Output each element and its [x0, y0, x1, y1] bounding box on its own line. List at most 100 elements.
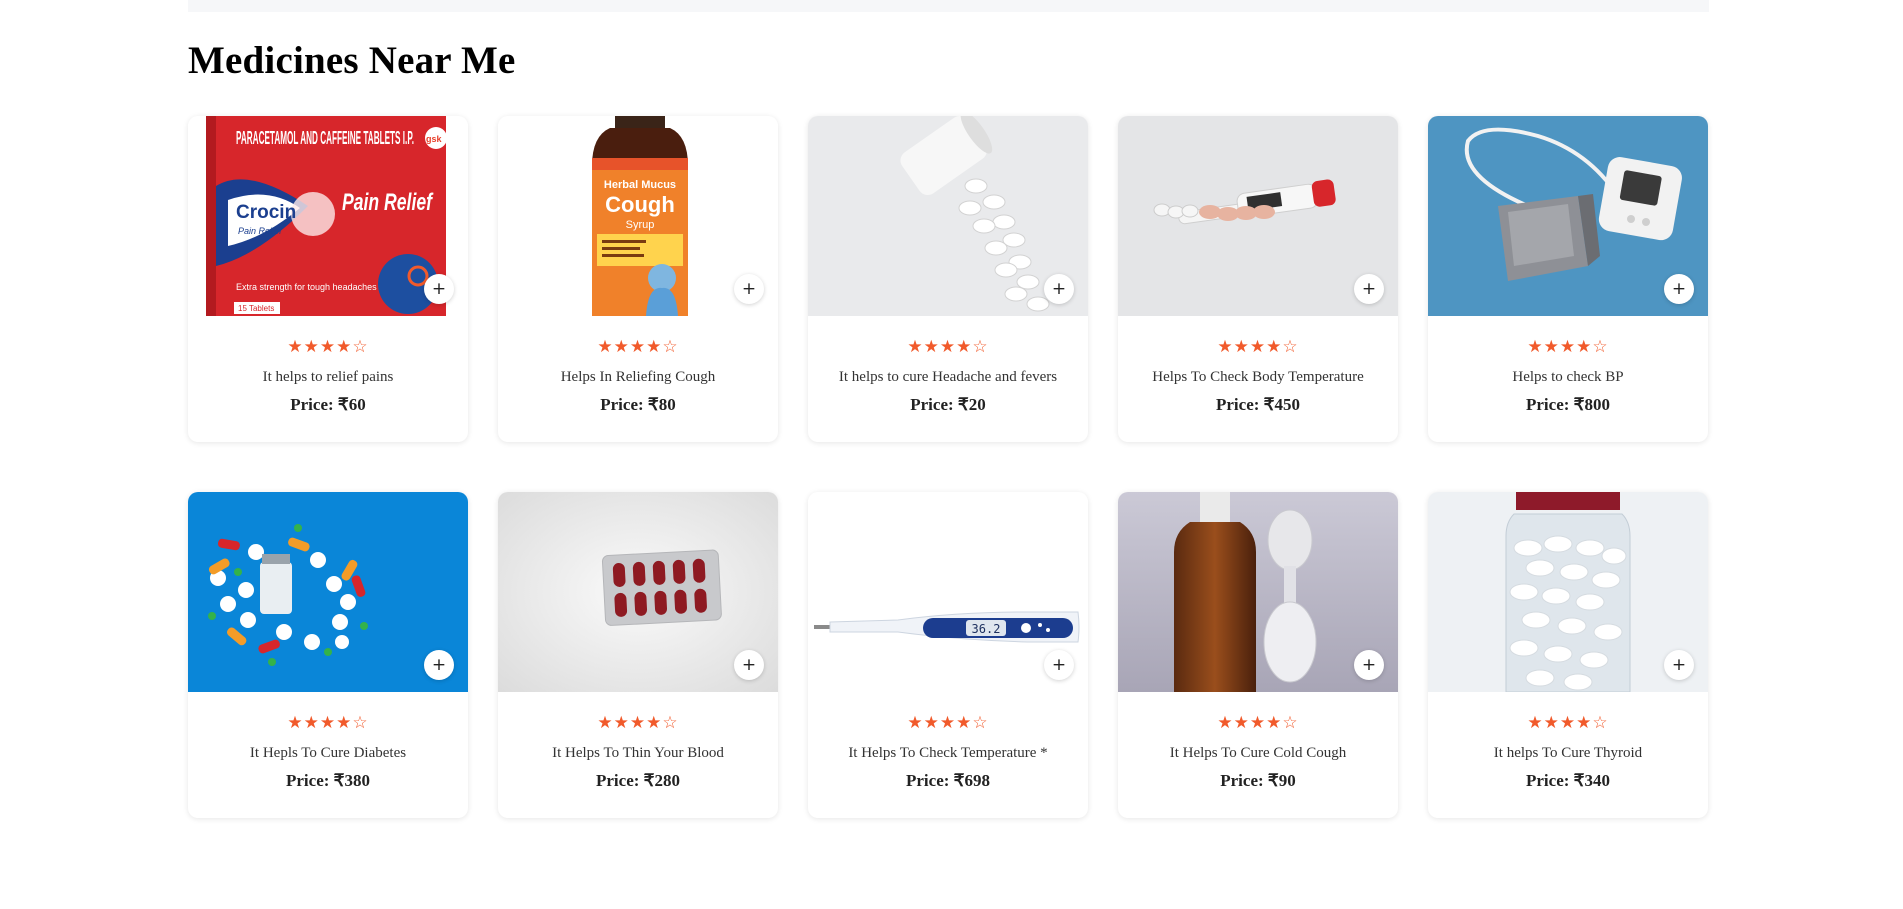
star-filled-icon: ★	[1576, 713, 1593, 733]
star-filled-icon: ★	[646, 713, 663, 733]
blister-pack-image[interactable]: +	[498, 492, 778, 692]
product-card[interactable]: + ★★★★☆ Helps To Check Body Temperature …	[1118, 116, 1398, 442]
page-title: Medicines Near Me	[188, 39, 516, 82]
add-to-cart-button[interactable]: +	[424, 650, 454, 680]
star-filled-icon: ★	[939, 337, 957, 357]
product-price: Price: ₹340	[1526, 771, 1610, 790]
thermometer-pills-image[interactable]: +	[1118, 116, 1398, 316]
star-filled-icon: ★	[336, 713, 353, 733]
product-card[interactable]: gsk PARACETAMOL AND CAFFEINE TABLETS I.P…	[188, 116, 468, 442]
star-filled-icon: ★	[1559, 713, 1577, 733]
pill-jar-image[interactable]: +	[1428, 492, 1708, 692]
star-filled-icon: ★	[1249, 337, 1267, 357]
crocin-box-image[interactable]: gsk PARACETAMOL AND CAFFEINE TABLETS I.P…	[188, 116, 468, 316]
capsules-vial-image[interactable]: +	[188, 492, 468, 692]
product-price: Price: ₹280	[596, 771, 680, 790]
rating-stars: ★★★★☆	[1118, 337, 1398, 357]
star-filled-icon: ★	[629, 713, 647, 733]
pack-headline: Pain Relief	[342, 189, 433, 216]
add-to-cart-button[interactable]: +	[734, 650, 764, 680]
product-description: It Helps To Check Temperature *	[848, 745, 1048, 761]
product-card[interactable]: + ★★★★☆ It helps To Cure Thyroid Price: …	[1428, 492, 1708, 818]
star-empty-icon: ☆	[1282, 713, 1299, 733]
star-empty-icon: ☆	[662, 337, 679, 357]
star-empty-icon: ☆	[972, 337, 989, 357]
product-card[interactable]: + ★★★★☆ It Helps To Thin Your Blood Pric…	[498, 492, 778, 818]
star-filled-icon: ★	[319, 713, 337, 733]
cough-syrup-image[interactable]: Herbal Mucus Cough Syrup +	[498, 116, 778, 316]
star-filled-icon: ★	[1543, 713, 1560, 733]
product-card[interactable]: + ★★★★☆ It Hepls To Cure Diabetes Price:…	[188, 492, 468, 818]
pack-title: PARACETAMOL AND CAFFEINE TABLETS I.P.	[236, 128, 414, 148]
star-filled-icon: ★	[629, 337, 647, 357]
product-price: Price: ₹380	[286, 771, 370, 790]
digital-thermometer-image[interactable]: 36.2 +	[808, 492, 1088, 692]
pack-count: 15 Tablets	[238, 304, 274, 313]
product-description: It helps To Cure Thyroid	[1493, 745, 1643, 761]
star-filled-icon: ★	[287, 713, 304, 733]
add-to-cart-button[interactable]: +	[1354, 274, 1384, 304]
star-empty-icon: ☆	[1282, 337, 1299, 357]
brand-name: Crocin	[236, 202, 296, 223]
product-price: Price: ₹20	[910, 395, 986, 414]
add-to-cart-button[interactable]: +	[1044, 650, 1074, 680]
star-filled-icon: ★	[597, 337, 614, 357]
star-filled-icon: ★	[907, 337, 924, 357]
star-filled-icon: ★	[319, 337, 337, 357]
product-card[interactable]: 36.2 + ★★★★☆ It Helps To Check Temperatu…	[808, 492, 1088, 818]
product-description: It helps to relief pains	[262, 369, 394, 385]
syrup-label-line2: Cough	[605, 192, 675, 217]
star-filled-icon: ★	[303, 713, 320, 733]
star-filled-icon: ★	[956, 713, 973, 733]
star-filled-icon: ★	[1559, 337, 1577, 357]
brand-subtitle: Pain Relief	[238, 226, 283, 236]
add-to-cart-button[interactable]: +	[734, 274, 764, 304]
product-description: Helps In Reliefing Cough	[560, 369, 716, 385]
star-empty-icon: ☆	[352, 337, 369, 357]
add-to-cart-button[interactable]: +	[1664, 650, 1694, 680]
star-filled-icon: ★	[1527, 713, 1544, 733]
star-filled-icon: ★	[336, 337, 353, 357]
star-filled-icon: ★	[907, 713, 924, 733]
star-filled-icon: ★	[1233, 713, 1250, 733]
product-card[interactable]: Herbal Mucus Cough Syrup + ★★★★☆ Helps I…	[498, 116, 778, 442]
rating-stars: ★★★★☆	[808, 713, 1088, 733]
star-filled-icon: ★	[923, 713, 940, 733]
star-filled-icon: ★	[1266, 337, 1283, 357]
thermometer-reading: 36.2	[972, 622, 1001, 636]
star-filled-icon: ★	[1576, 337, 1593, 357]
add-to-cart-button[interactable]: +	[1044, 274, 1074, 304]
product-price: Price: ₹800	[1526, 395, 1610, 414]
product-card[interactable]: + ★★★★☆ It helps to cure Headache and fe…	[808, 116, 1088, 442]
add-to-cart-button[interactable]: +	[1354, 650, 1384, 680]
star-empty-icon: ☆	[662, 713, 679, 733]
spilled-pills-image[interactable]: +	[808, 116, 1088, 316]
product-description: It Helps To Thin Your Blood	[552, 745, 724, 761]
star-filled-icon: ★	[956, 337, 973, 357]
bp-monitor-image[interactable]: +	[1428, 116, 1708, 316]
star-empty-icon: ☆	[1592, 713, 1609, 733]
star-filled-icon: ★	[923, 337, 940, 357]
star-empty-icon: ☆	[972, 713, 989, 733]
star-empty-icon: ☆	[352, 713, 369, 733]
product-card[interactable]: + ★★★★☆ It Helps To Cure Cold Cough Pric…	[1118, 492, 1398, 818]
add-to-cart-button[interactable]: +	[1664, 274, 1694, 304]
star-filled-icon: ★	[1233, 337, 1250, 357]
add-to-cart-button[interactable]: +	[424, 274, 454, 304]
product-description: It Helps To Cure Cold Cough	[1169, 745, 1347, 761]
star-filled-icon: ★	[1217, 337, 1234, 357]
rating-stars: ★★★★☆	[498, 337, 778, 357]
product-price: Price: ₹80	[600, 395, 676, 414]
syrup-bottle-spoon-image[interactable]: +	[1118, 492, 1398, 692]
star-filled-icon: ★	[613, 713, 630, 733]
product-description: It helps to cure Headache and fevers	[838, 369, 1058, 385]
rating-stars: ★★★★☆	[188, 713, 468, 733]
star-filled-icon: ★	[1527, 337, 1544, 357]
star-filled-icon: ★	[646, 337, 663, 357]
star-empty-icon: ☆	[1592, 337, 1609, 357]
rating-stars: ★★★★☆	[188, 337, 468, 357]
product-description: Helps To Check Body Temperature	[1152, 369, 1364, 385]
star-filled-icon: ★	[597, 713, 614, 733]
product-price: Price: ₹60	[290, 395, 366, 414]
product-card[interactable]: + ★★★★☆ Helps to check BP Price: ₹800	[1428, 116, 1708, 442]
